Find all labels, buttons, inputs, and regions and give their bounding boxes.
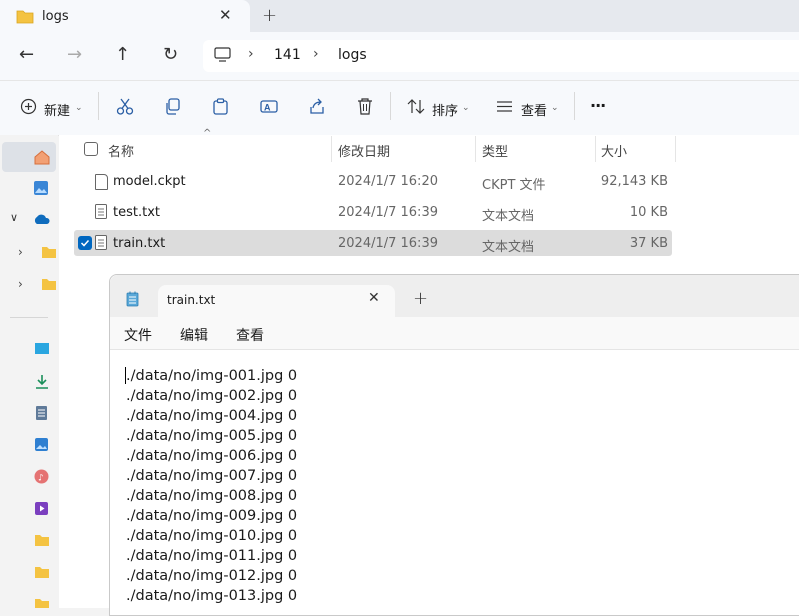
text-file-icon (95, 235, 107, 250)
computer-icon (214, 47, 231, 62)
copy-icon[interactable] (164, 98, 181, 115)
file-date: 2024/1/7 16:20 (338, 174, 438, 189)
menu-edit[interactable]: 编辑 (180, 325, 208, 345)
view-button[interactable]: 查看 (521, 100, 547, 119)
column-header-date[interactable]: 修改日期 (338, 141, 390, 160)
plus-circle-icon[interactable] (20, 98, 37, 115)
rename-icon[interactable]: A (260, 98, 278, 115)
breadcrumb-logs[interactable]: logs (338, 47, 367, 63)
chevron-down-icon[interactable]: ∨ (10, 211, 18, 224)
menu-view[interactable]: 查看 (236, 325, 264, 345)
file-icon (95, 174, 108, 190)
close-tab-icon[interactable]: ✕ (368, 290, 380, 306)
close-tab-icon[interactable]: ✕ (219, 6, 232, 24)
folder-icon[interactable] (34, 566, 50, 579)
paste-icon[interactable] (212, 98, 229, 115)
sort-ascending-icon: ^ (203, 128, 212, 139)
file-type: CKPT 文件 (482, 178, 546, 193)
up-arrow-icon[interactable]: ↑ (115, 44, 130, 65)
new-tab-button[interactable]: + (262, 5, 277, 26)
home-icon[interactable] (33, 149, 51, 165)
file-size: 10 KB (629, 205, 668, 220)
refresh-icon[interactable]: ↻ (163, 44, 178, 65)
folder-icon[interactable] (41, 278, 57, 291)
nav-divider (10, 317, 48, 318)
chevron-right-icon[interactable]: › (18, 277, 23, 291)
file-size: 37 KB (629, 236, 668, 251)
file-name: train.txt (113, 236, 166, 251)
folder-icon (16, 10, 34, 24)
svg-text:♪: ♪ (38, 474, 44, 484)
forward-arrow-icon[interactable]: → (67, 44, 82, 65)
toolbar-divider (98, 92, 99, 120)
file-type: 文本文档 (482, 240, 535, 255)
download-icon[interactable] (35, 374, 49, 389)
file-size: 92,143 KB (600, 174, 668, 189)
new-tab-button[interactable]: + (413, 288, 428, 309)
notepad-menu-bar (110, 317, 799, 350)
column-divider[interactable] (331, 136, 332, 162)
sort-icon[interactable] (407, 98, 425, 115)
chevron-down-icon[interactable]: ⌄ (462, 103, 470, 113)
folder-icon[interactable] (34, 598, 50, 608)
file-name: model.ckpt (113, 174, 186, 189)
chevron-right-icon[interactable]: › (313, 46, 319, 62)
toolbar-divider (390, 92, 391, 120)
music-icon[interactable]: ♪ (34, 469, 49, 484)
desktop-icon[interactable] (34, 342, 50, 356)
svg-text:A: A (264, 103, 271, 113)
file-type: 文本文档 (482, 209, 535, 224)
menu-file[interactable]: 文件 (124, 325, 152, 345)
document-icon[interactable] (35, 405, 48, 421)
chevron-down-icon[interactable]: ⌄ (75, 103, 83, 113)
checkbox-checked-icon[interactable] (78, 236, 92, 250)
more-options-icon[interactable]: ··· (590, 96, 606, 115)
sort-button[interactable]: 排序 (432, 100, 458, 119)
chevron-down-icon[interactable]: ⌄ (551, 103, 559, 113)
column-header-type[interactable]: 类型 (482, 141, 508, 160)
column-divider[interactable] (675, 136, 676, 162)
delete-icon[interactable] (357, 98, 373, 115)
explorer-tab-title: logs (42, 9, 69, 24)
cut-icon[interactable] (116, 98, 134, 115)
column-divider[interactable] (475, 136, 476, 162)
videos-icon[interactable] (34, 501, 49, 516)
select-all-checkbox[interactable] (84, 142, 98, 156)
notepad-icon (126, 291, 139, 307)
pictures-icon[interactable] (34, 437, 49, 452)
column-header-name[interactable]: 名称 (108, 141, 134, 160)
column-divider[interactable] (595, 136, 596, 162)
folder-icon[interactable] (34, 534, 50, 547)
onedrive-cloud-icon[interactable] (33, 213, 51, 225)
chevron-right-icon[interactable]: › (18, 245, 23, 259)
file-name: test.txt (113, 205, 160, 220)
explorer-tab-logs[interactable] (0, 0, 250, 34)
gallery-icon[interactable] (33, 180, 49, 196)
file-date: 2024/1/7 16:39 (338, 205, 438, 220)
new-button[interactable]: 新建 (44, 100, 70, 119)
folder-icon[interactable] (41, 246, 57, 259)
notepad-text-area[interactable]: ./data/no/img-001.jpg 0 ./data/no/img-00… (126, 366, 297, 606)
text-cursor (125, 367, 126, 384)
back-arrow-icon[interactable]: ← (19, 44, 34, 65)
view-icon[interactable] (496, 100, 513, 113)
chevron-right-icon[interactable]: › (248, 46, 254, 62)
breadcrumb-141[interactable]: 141 (274, 47, 301, 63)
column-header-size[interactable]: 大小 (601, 141, 627, 160)
text-file-icon (95, 204, 107, 219)
share-icon[interactable] (308, 98, 326, 115)
toolbar-divider (574, 92, 575, 120)
file-date: 2024/1/7 16:39 (338, 236, 438, 251)
notepad-tab-title: train.txt (167, 293, 216, 307)
